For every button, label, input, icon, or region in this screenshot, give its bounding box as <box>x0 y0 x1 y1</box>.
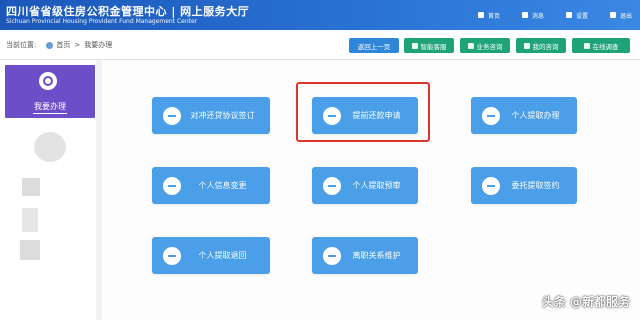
robot-icon <box>411 42 418 49</box>
chat-icon <box>523 42 530 49</box>
survey-icon <box>583 42 590 49</box>
breadcrumb-separator: > <box>74 41 81 49</box>
blurred-item <box>22 178 40 196</box>
card-label: 委托提取签约 <box>511 181 560 190</box>
sidebar-item-handle[interactable]: 我要办理 <box>5 65 95 118</box>
message-icon <box>521 12 528 18</box>
nav-settings[interactable]: 设置 <box>565 11 588 20</box>
search-icon <box>482 176 500 195</box>
card-withdraw-return[interactable]: 个人提取退回 <box>152 237 270 274</box>
home-icon <box>46 41 54 49</box>
site-subtitle: Sichuan Provincial Housing Provident Fun… <box>6 18 198 25</box>
chat-icon <box>467 42 474 49</box>
transfer-icon <box>163 176 181 195</box>
gear-icon <box>565 12 572 18</box>
my-consult-button[interactable]: 我的咨询 <box>516 38 566 53</box>
card-label: 个人信息变更 <box>198 181 247 190</box>
back-label: 返回上一页 <box>357 42 391 51</box>
breadcrumb: 当前位置: 首页 > 我要办理 <box>6 40 116 50</box>
transfer-icon <box>163 246 181 265</box>
business-consult-button[interactable]: 业务咨询 <box>460 38 510 53</box>
avatar <box>34 132 66 162</box>
card-label: 个人提取办理 <box>511 111 560 120</box>
online-survey-label: 在线调查 <box>592 42 619 51</box>
nav-settings-label: 设置 <box>575 12 588 20</box>
site-title: 四川省省级住房公积金管理中心 | 网上服务大厅 <box>6 5 250 18</box>
card-label: 个人提取预审 <box>352 181 401 190</box>
card-offset-repay-agreement[interactable]: 对冲还贷协议签订 <box>152 97 270 134</box>
smart-service-button[interactable]: 智能客服 <box>404 38 454 53</box>
watermark: 头条 @新都服务 <box>541 295 630 309</box>
top-header: 四川省省级住房公积金管理中心 | 网上服务大厅 Sichuan Provinci… <box>0 0 640 30</box>
top-nav: 首页 消息 设置 退出 <box>456 0 632 30</box>
breadcrumb-current: 我要办理 <box>84 41 113 49</box>
sidebar: 我要办理 <box>0 60 96 320</box>
nav-home[interactable]: 首页 <box>477 11 500 20</box>
card-entrusted-withdraw-sign[interactable]: 委托提取签约 <box>471 167 577 204</box>
transfer-icon <box>323 176 341 195</box>
card-label: 离职关系维护 <box>352 251 401 260</box>
breadcrumb-home[interactable]: 首页 <box>56 40 70 50</box>
nav-logout-label: 退出 <box>619 12 632 20</box>
pen-icon <box>163 106 181 125</box>
blurred-item <box>22 208 38 232</box>
logout-icon <box>609 12 616 18</box>
back-button[interactable]: 返回上一页 <box>349 38 399 53</box>
highlight-box <box>296 82 430 142</box>
active-underline <box>33 113 67 114</box>
nav-logout[interactable]: 退出 <box>609 11 632 20</box>
toolbar-bar: 当前位置: 首页 > 我要办理 返回上一页 智能客服 业务咨询 我的咨询 在线调… <box>0 30 640 60</box>
home-icon <box>477 12 484 18</box>
nav-home-label: 首页 <box>487 12 500 20</box>
blurred-item <box>20 240 40 260</box>
nav-message[interactable]: 消息 <box>521 11 544 20</box>
card-label: 对冲还贷协议签订 <box>190 111 255 120</box>
breadcrumb-prefix: 当前位置: <box>6 41 37 49</box>
card-personal-withdraw[interactable]: 个人提取办理 <box>471 97 577 134</box>
business-consult-label: 业务咨询 <box>476 42 503 51</box>
card-info-change[interactable]: 个人信息变更 <box>152 167 270 204</box>
card-label: 个人提取退回 <box>198 251 247 260</box>
card-withdraw-precheck[interactable]: 个人提取预审 <box>312 167 418 204</box>
transfer-icon <box>323 246 341 265</box>
smart-service-label: 智能客服 <box>420 42 447 51</box>
sidebar-item-label: 我要办理 <box>34 102 66 111</box>
user-icon <box>39 72 57 90</box>
my-consult-label: 我的咨询 <box>532 42 559 51</box>
nav-message-label: 消息 <box>531 12 544 20</box>
transfer-icon <box>482 106 500 125</box>
online-survey-button[interactable]: 在线调查 <box>572 38 630 53</box>
card-resignation-relation[interactable]: 离职关系维护 <box>312 237 418 274</box>
